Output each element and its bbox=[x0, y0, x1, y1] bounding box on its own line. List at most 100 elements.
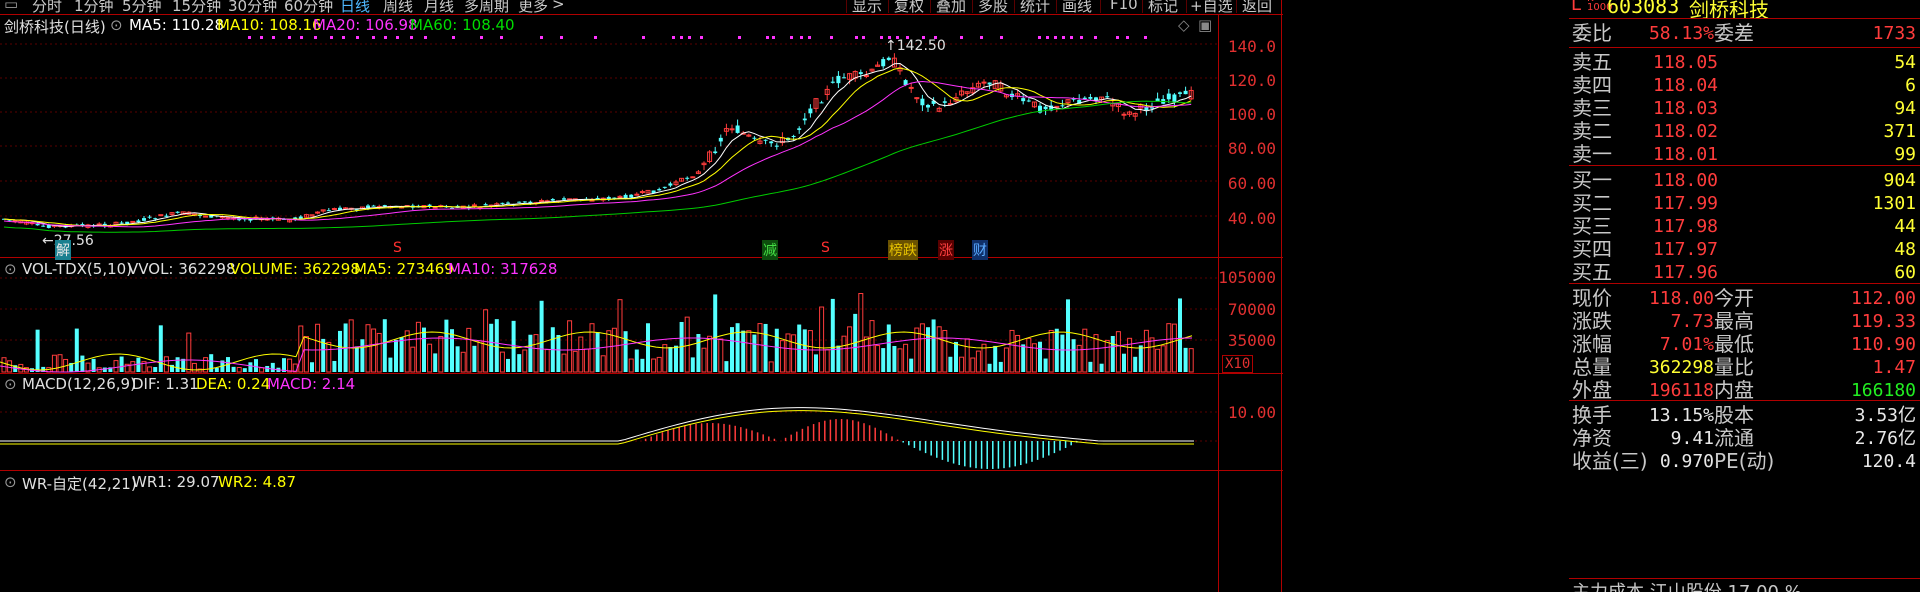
volume-bar bbox=[606, 330, 612, 373]
diamond-icon[interactable]: ◇ bbox=[1178, 16, 1190, 34]
candle-body bbox=[203, 215, 209, 218]
macd-indicator-name: MACD(12,26,9) bbox=[22, 375, 136, 393]
event-marker-rise[interactable]: 涨 bbox=[938, 240, 954, 260]
chevron-down-icon[interactable]: ⊙ bbox=[4, 473, 17, 491]
volume-bar bbox=[450, 329, 454, 372]
axis-label: 60.00 bbox=[1227, 174, 1276, 193]
signal-dot bbox=[1038, 36, 1041, 39]
event-marker-finance[interactable]: 财 bbox=[972, 240, 988, 260]
level-icon: L bbox=[1571, 0, 1582, 15]
kline-chart[interactable] bbox=[0, 0, 1218, 592]
volume-bar bbox=[455, 346, 460, 372]
dea-line bbox=[0, 410, 1194, 445]
candle-body bbox=[142, 218, 146, 221]
btn-back[interactable]: 返回 bbox=[1242, 0, 1272, 14]
volume-bar bbox=[746, 330, 752, 373]
volume-bar bbox=[315, 323, 321, 373]
panel-divider bbox=[1281, 0, 1282, 592]
candle-body bbox=[164, 215, 169, 217]
volume-bar bbox=[394, 339, 398, 372]
volume-bar bbox=[600, 355, 606, 373]
volume-bar bbox=[858, 293, 864, 373]
chevron-down-icon[interactable]: ⊙ bbox=[110, 16, 123, 34]
signal-dot bbox=[980, 36, 983, 39]
candle-body bbox=[119, 222, 124, 224]
axis-label: 120.0 bbox=[1227, 71, 1276, 90]
layout-icon[interactable]: ▣ bbox=[1198, 16, 1212, 34]
candle-body bbox=[774, 145, 779, 147]
volume-bar bbox=[623, 331, 628, 372]
signal-dot bbox=[672, 36, 675, 39]
stat-row: 收益(三) 0.970 PE(动) 120.4 bbox=[1569, 447, 1920, 476]
volume-bar bbox=[1133, 356, 1138, 372]
volume-bar bbox=[51, 354, 57, 373]
volume-bar bbox=[964, 338, 970, 373]
signal-dot bbox=[688, 36, 691, 39]
volume-bar bbox=[1021, 344, 1026, 372]
volume-bar bbox=[718, 338, 724, 373]
chevron-down-icon[interactable]: ⊙ bbox=[4, 260, 17, 278]
axis-label: 105000 bbox=[1218, 268, 1276, 287]
quote-row[interactable]: 卖一 118.01 99 bbox=[1569, 140, 1920, 169]
volume-bar bbox=[415, 321, 421, 373]
event-marker-unlock[interactable]: 解 bbox=[55, 240, 71, 260]
volume-bar bbox=[136, 357, 141, 372]
volume-bar bbox=[959, 356, 965, 373]
axis-label: 80.00 bbox=[1227, 139, 1276, 158]
signal-dot bbox=[396, 36, 399, 39]
volume-bar bbox=[897, 348, 903, 373]
volume-bar bbox=[830, 298, 835, 372]
candle-body bbox=[1021, 98, 1026, 102]
signal-dot bbox=[288, 36, 291, 39]
event-marker-reduce[interactable]: 减 bbox=[762, 240, 778, 260]
ma-line bbox=[3, 100, 1192, 233]
volume-bar bbox=[1043, 358, 1048, 372]
volume-bar bbox=[578, 336, 584, 373]
candle-body bbox=[147, 216, 152, 218]
volume-bar bbox=[1060, 334, 1065, 372]
volume-bar bbox=[310, 362, 314, 372]
volume-bar bbox=[7, 360, 13, 373]
volume-bar bbox=[662, 344, 668, 373]
event-marker-s[interactable]: S bbox=[392, 240, 403, 256]
event-marker-list-drop[interactable]: 榜跌 bbox=[888, 240, 918, 260]
volume-bar bbox=[797, 324, 802, 372]
stock-name: 剑桥科技 bbox=[1689, 0, 1769, 18]
axis-label: 10.00 bbox=[1227, 403, 1276, 422]
volume-bar bbox=[987, 363, 992, 372]
volume-bar bbox=[175, 357, 180, 372]
signal-dot bbox=[1070, 36, 1073, 39]
volume-bar bbox=[1171, 323, 1177, 373]
event-marker-s[interactable]: S bbox=[820, 240, 831, 256]
quote-row-price: 117.96 bbox=[1653, 262, 1719, 283]
volume-bar bbox=[35, 329, 40, 372]
signal-dot bbox=[808, 36, 811, 39]
ma60-value: MA60: 108.40 bbox=[410, 16, 515, 34]
signal-dot bbox=[1054, 36, 1057, 39]
quote-row[interactable]: 买五 117.96 60 bbox=[1569, 258, 1920, 287]
volume-bar bbox=[1104, 339, 1110, 373]
vvol-value: VVOL: 362298 bbox=[128, 260, 236, 278]
candle-body bbox=[550, 199, 555, 201]
volume-bar bbox=[371, 328, 377, 373]
volume-bar bbox=[656, 356, 662, 373]
signal-dot bbox=[1094, 36, 1097, 39]
candle-body bbox=[1088, 97, 1093, 99]
candle-body bbox=[326, 210, 331, 212]
stock-header: L K1000 603083 剑桥科技 bbox=[1569, 0, 1920, 18]
candle-body bbox=[1060, 105, 1065, 107]
candle-body bbox=[690, 176, 696, 179]
volume-bar bbox=[572, 350, 578, 373]
volume-bar bbox=[886, 324, 891, 372]
volume-bar bbox=[1009, 329, 1015, 373]
vol-indicator-name: VOL-TDX(5,10) bbox=[22, 260, 133, 278]
candle-body bbox=[153, 218, 158, 220]
signal-dot bbox=[384, 36, 387, 39]
candle-body bbox=[657, 189, 662, 191]
chevron-down-icon[interactable]: ⊙ bbox=[4, 375, 17, 393]
volume-bar bbox=[824, 349, 830, 373]
candle-body bbox=[1150, 107, 1154, 109]
volume-bar bbox=[1122, 353, 1126, 372]
candle-body bbox=[819, 102, 824, 104]
volume-bar bbox=[875, 345, 881, 373]
